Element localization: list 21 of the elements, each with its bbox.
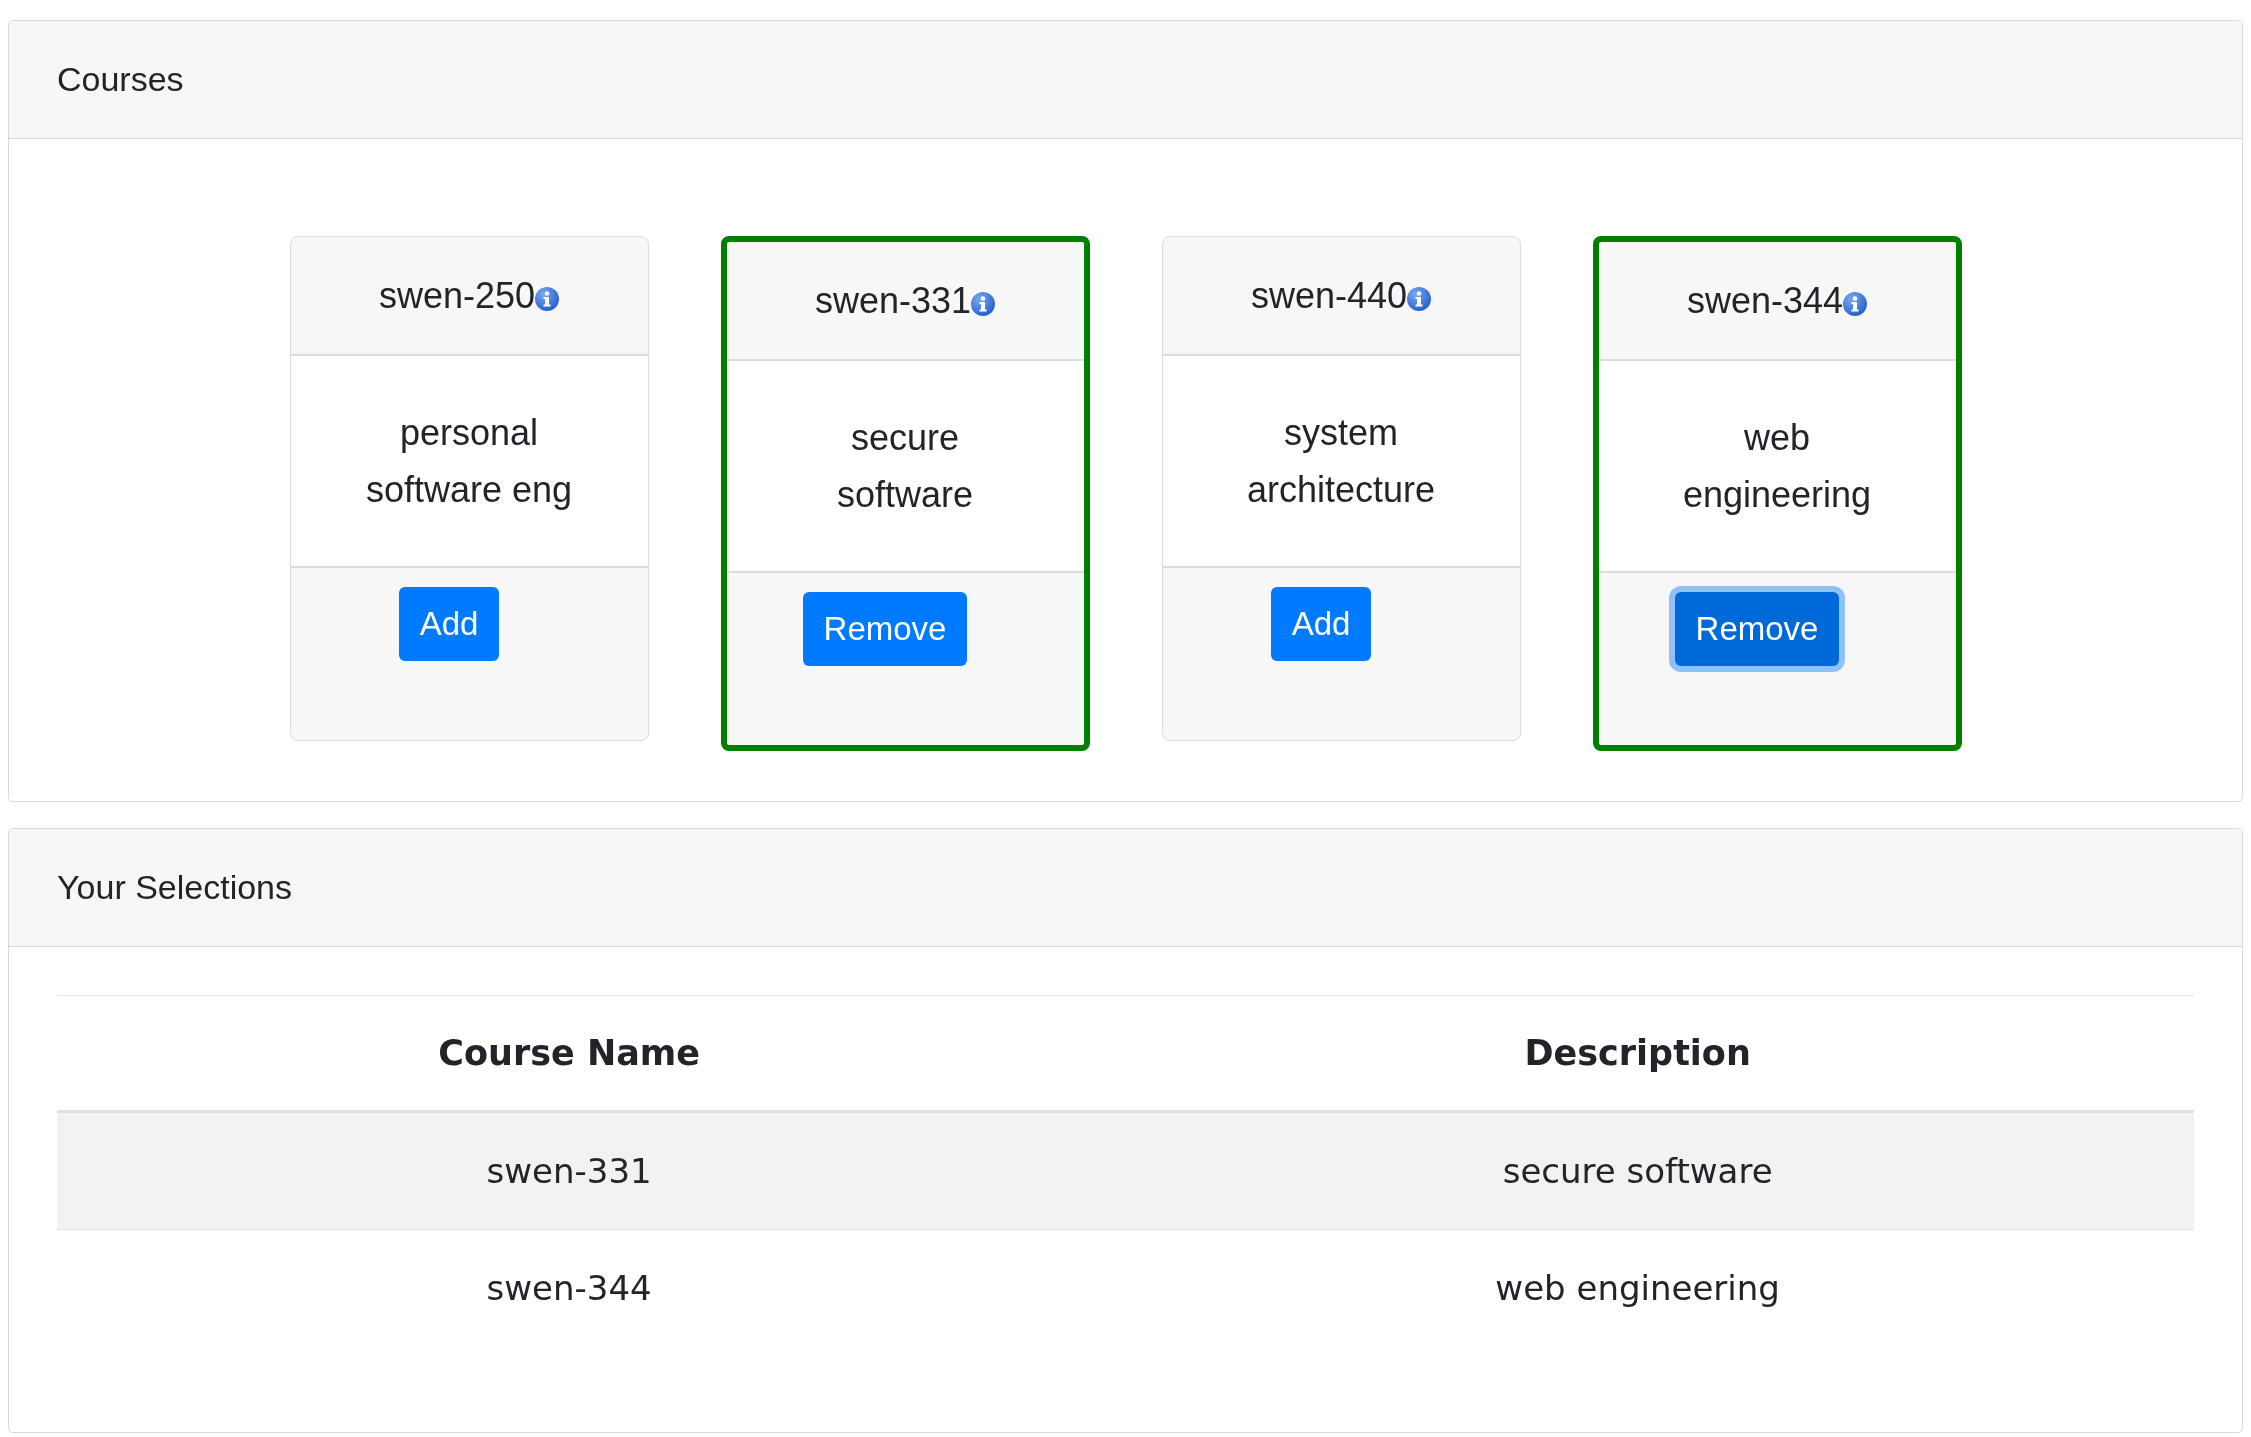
course-code: swen-250: [378, 274, 536, 317]
panel-title: Courses: [57, 60, 184, 99]
info-icon[interactable]: [971, 291, 996, 316]
table-cell: web engineering: [1081, 1229, 2194, 1346]
course-button[interactable]: Add: [398, 587, 500, 661]
course-button[interactable]: Remove: [802, 592, 968, 666]
info-icon[interactable]: [1407, 286, 1432, 311]
course-button[interactable]: Add: [1270, 587, 1372, 661]
info-icon[interactable]: [1843, 291, 1868, 316]
table-cell: swen-331: [57, 1111, 1082, 1230]
course-code: swen-344: [1686, 279, 1844, 322]
course-code: swen-331: [814, 279, 972, 322]
table-cell: swen-344: [57, 1229, 1082, 1346]
course-description: web engineering: [1681, 416, 1873, 517]
course-description: secure software: [835, 416, 975, 517]
course-description: personal software eng: [364, 411, 574, 512]
table-cell: secure software: [1081, 1111, 2194, 1230]
info-icon[interactable]: [535, 286, 560, 311]
course-description: system architecture: [1245, 411, 1437, 512]
course-code: swen-440: [1250, 274, 1408, 317]
panel-title: Your Selections: [57, 868, 292, 907]
